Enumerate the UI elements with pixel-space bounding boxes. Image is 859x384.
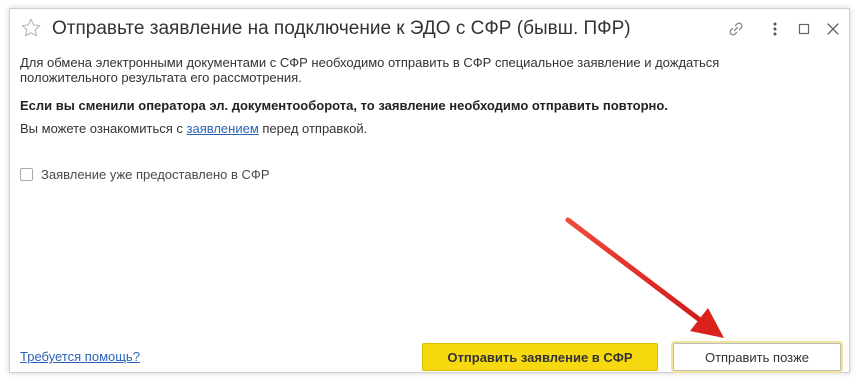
statement-text-after: перед отправкой. bbox=[258, 121, 368, 136]
statement-text-before: Вы можете ознакомиться с bbox=[20, 121, 187, 136]
statement-paragraph: Вы можете ознакомиться с заявлением пере… bbox=[20, 121, 367, 136]
dialog-window: Отправьте заявление на подключение к ЭДО… bbox=[9, 8, 850, 373]
close-icon[interactable] bbox=[823, 19, 843, 39]
info-paragraph: Для обмена электронными документами с СФ… bbox=[20, 55, 720, 85]
send-later-button[interactable]: Отправить позже bbox=[673, 343, 841, 371]
link-icon[interactable] bbox=[726, 19, 746, 39]
warning-paragraph: Если вы сменили оператора эл. документоо… bbox=[20, 98, 668, 113]
star-icon[interactable] bbox=[20, 17, 42, 39]
already-submitted-checkbox-row[interactable]: Заявление уже предоставлено в СФР bbox=[20, 167, 269, 182]
maximize-icon[interactable] bbox=[794, 19, 814, 39]
send-statement-button[interactable]: Отправить заявление в СФР bbox=[422, 343, 658, 371]
already-submitted-checkbox[interactable] bbox=[20, 168, 33, 181]
more-vertical-icon[interactable] bbox=[765, 19, 785, 39]
dialog-title: Отправьте заявление на подключение к ЭДО… bbox=[52, 18, 631, 39]
dialog-titlebar: Отправьте заявление на подключение к ЭДО… bbox=[10, 9, 849, 49]
help-link[interactable]: Требуется помощь? bbox=[20, 349, 140, 364]
already-submitted-label[interactable]: Заявление уже предоставлено в СФР bbox=[41, 167, 269, 182]
statement-link[interactable]: заявлением bbox=[187, 121, 259, 136]
